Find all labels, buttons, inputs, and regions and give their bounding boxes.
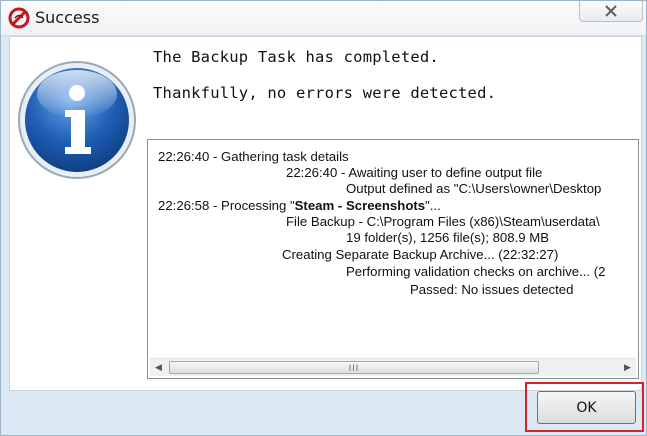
title-bar[interactable]: Success <box>1 1 646 36</box>
ok-button[interactable]: OK <box>537 391 636 424</box>
log-line: Output defined as "C:\Users\owner\Deskto… <box>346 181 602 196</box>
log-line: Creating Separate Backup Archive... (22:… <box>282 247 559 262</box>
close-button[interactable] <box>579 1 643 22</box>
log-output[interactable]: 22:26:40 - Gathering task details 22:26:… <box>147 139 639 379</box>
log-line-suffix: "... <box>425 198 441 213</box>
scroll-right-icon: ▶ <box>624 362 631 372</box>
completion-message: The Backup Task has completed. <box>153 48 439 66</box>
log-line: Passed: No issues detected <box>410 282 574 297</box>
scrollbar-thumb[interactable]: III <box>169 361 539 374</box>
horizontal-scrollbar[interactable]: ◀ III ▶ <box>150 358 636 376</box>
success-dialog: Success The Backup Task has completed. T <box>0 0 647 436</box>
log-line-prefix: 22:26:58 - Processing " <box>158 198 295 213</box>
log-line: File Backup - C:\Program Files (x86)\Ste… <box>286 214 600 229</box>
log-line: 22:26:40 - Gathering task details <box>158 149 349 164</box>
app-logo-icon <box>8 7 30 29</box>
info-icon <box>18 61 136 179</box>
scroll-right-button[interactable]: ▶ <box>619 359 636 376</box>
log-line-bold: Steam - Screenshots <box>294 198 426 213</box>
log-line: 19 folder(s), 1256 file(s); 808.9 MB <box>346 230 550 245</box>
scroll-grip: III <box>348 362 360 373</box>
close-icon <box>605 5 617 17</box>
scroll-left-button[interactable]: ◀ <box>150 359 167 376</box>
log-line: 22:26:58 - Processing "Steam - Screensho… <box>158 198 441 213</box>
window-title: Success <box>35 8 100 27</box>
log-line: 22:26:40 - Awaiting user to define outpu… <box>286 165 543 180</box>
scroll-left-icon: ◀ <box>155 362 162 372</box>
no-errors-message: Thankfully, no errors were detected. <box>153 84 497 102</box>
log-line: Performing validation checks on archive.… <box>346 264 606 279</box>
